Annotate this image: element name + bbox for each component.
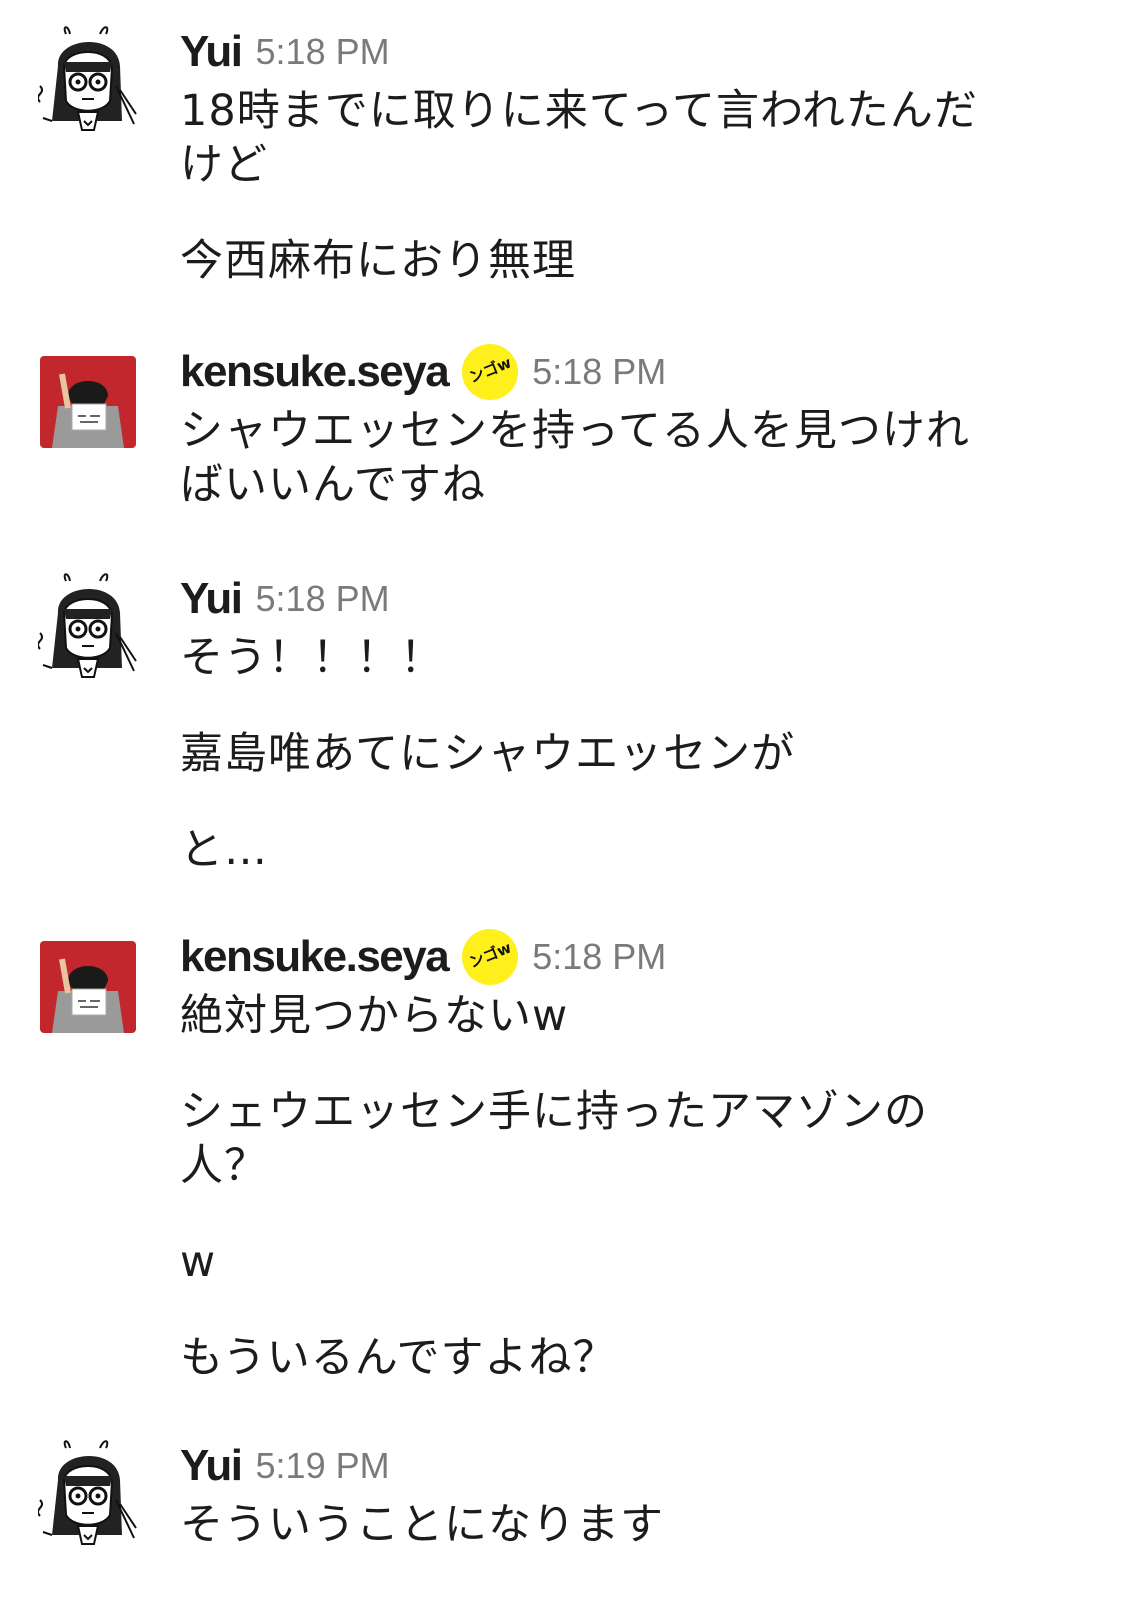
kensuke-avatar[interactable] [38,931,138,1036]
timestamp[interactable]: 5:18 PM [532,936,666,978]
ngow-emoji-badge[interactable]: ンゴw [462,344,519,400]
message-text: もういるんですよね？ [180,1333,617,1383]
yui-drawing-avatar-icon [37,26,137,131]
message-text: シャウエッセンを持ってる人を見つけれ ばいいんですね [180,406,970,510]
message-text: 18時までに取りに来てって言われたんだ けど [180,86,978,190]
yui-avatar[interactable] [37,573,138,678]
ngow-emoji-badge[interactable]: ンゴw [462,929,519,985]
username[interactable]: Yui [180,574,243,624]
message-text: 今西麻布におり無理 [180,236,576,286]
kensuke-avatar[interactable] [38,346,138,451]
username[interactable]: Yui [180,27,243,77]
yui-drawing-avatar-icon [37,1440,137,1545]
kensuke-photo-avatar-icon [38,346,138,451]
message-text: 嘉島唯あてにシャウエッセンが [180,729,796,779]
timestamp[interactable]: 5:18 PM [256,578,390,620]
yui-avatar[interactable] [37,1440,138,1545]
message-text: そういうことになります [180,1500,664,1550]
message-text: と… [180,825,268,875]
message-text: シェウエッセン手に持ったアマゾンの 人？ [180,1087,928,1191]
message-text: そう！！！！ [180,633,444,683]
username[interactable]: Yui [180,1441,243,1491]
message-text: 絶対見つからないw [180,991,569,1041]
username[interactable]: kensuke.seya [180,347,450,397]
yui-drawing-avatar-icon [37,573,137,678]
timestamp[interactable]: 5:19 PM [256,1445,390,1487]
yui-avatar[interactable] [37,26,138,131]
kensuke-photo-avatar-icon [38,931,138,1036]
username[interactable]: kensuke.seya [180,932,450,982]
message-text: w [180,1237,217,1287]
timestamp[interactable]: 5:18 PM [256,31,390,73]
timestamp[interactable]: 5:18 PM [532,351,666,393]
